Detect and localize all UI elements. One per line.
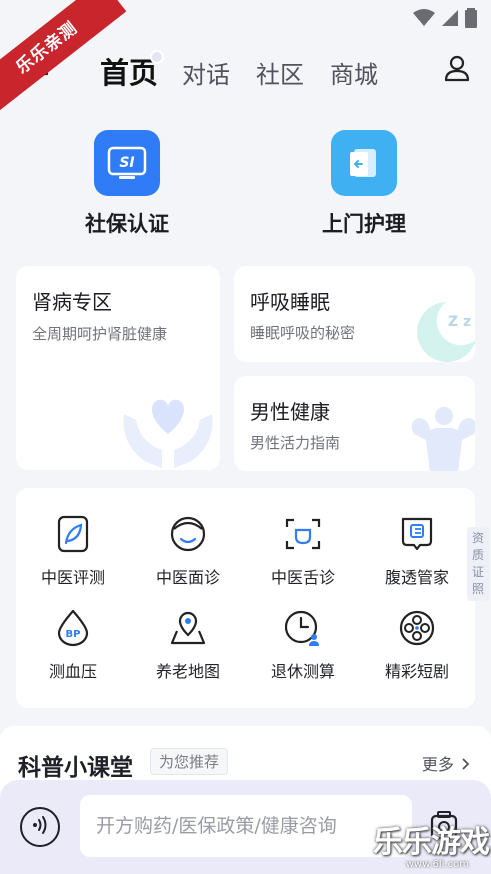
service-label: 精彩短剧 [384,662,449,681]
card-subtitle: 男性活力指南 [250,434,341,452]
main-tabs: 首页 对话 社区 商城 [100,50,404,92]
service-label: 中医面诊 [155,568,220,587]
service-label: 中医舌诊 [270,568,335,587]
tab-mall[interactable]: 商城 [330,55,378,90]
card-subtitle: 睡眠呼吸的秘密 [250,324,356,342]
sleep-badge: Z z [448,314,471,330]
qualification-text: 资质证照 [471,531,484,596]
tcm-assessment-icon [16,514,130,554]
muscle-man-icon [406,400,475,471]
sleep-breathing-card[interactable]: 呼吸睡眠 睡眠呼吸的秘密 Z z [234,266,475,362]
watermark: 乐乐游戏 www.6ll.com [373,825,490,871]
svg-text:BP: BP [66,629,81,640]
qualification-tag[interactable]: 资质证照 [467,527,489,601]
wifi-icon [413,9,435,31]
services-grid: 中医评测 中医面诊 中医舌诊 腹透管家 BP 测血压 养老地图 退休测算 精彩短… [16,488,475,708]
male-health-card[interactable]: 男性健康 男性活力指南 [234,376,475,471]
service-item[interactable]: 腹透管家 [360,514,474,588]
quick-entries: SI 社保认证 上门护理 [0,130,491,240]
recommend-tag[interactable]: 为您推荐 [150,748,229,775]
card-title: 肾病专区 [32,290,112,314]
card-title: 呼吸睡眠 [250,290,330,314]
service-label: 腹透管家 [384,568,449,587]
service-item[interactable]: 中医评测 [16,514,130,588]
chevron-right-icon [459,755,471,774]
tab-label: 首页 [100,56,159,90]
service-item[interactable]: 中医面诊 [131,514,245,588]
tab-community[interactable]: 社区 [256,55,304,90]
dialysis-manager-icon [360,514,474,554]
battery-icon [465,8,477,32]
service-item[interactable]: BP 测血压 [16,608,130,682]
elderly-map-icon [131,608,245,648]
signal-icon [441,9,459,31]
face-diagnosis-icon [131,514,245,554]
more-link[interactable]: 更多 [422,751,471,775]
quick-label: 上门护理 [322,212,406,236]
service-item[interactable]: 养老地图 [131,608,245,682]
card-title: 男性健康 [250,400,330,424]
watermark-url: www.6ll.com [405,859,469,870]
quick-label: 社保认证 [85,212,169,236]
service-label: 养老地图 [155,662,220,681]
tab-chat[interactable]: 对话 [182,55,230,90]
si-card-icon: SI [94,130,160,196]
service-item[interactable]: 退休测算 [246,608,360,682]
service-label: 测血压 [48,662,97,681]
home-care-button[interactable]: 上门护理 [284,130,444,238]
watermark-text: 乐乐游戏 [373,825,490,860]
service-item[interactable]: 中医舌诊 [246,514,360,588]
voice-wave-icon [29,814,51,840]
service-label: 退休测算 [270,662,335,681]
retirement-calc-icon [246,608,360,648]
hands-heart-icon [120,384,216,470]
more-label: 更多 [421,755,454,774]
tongue-diagnosis-icon [246,514,360,554]
blood-pressure-icon: BP [16,608,130,648]
card-subtitle: 全周期呵护肾脏健康 [32,325,168,343]
svg-text:SI: SI [119,155,134,171]
notification-dot [150,50,165,64]
section-title: 科普小课堂 [18,755,133,781]
tab-home[interactable]: 首页 [100,50,165,92]
service-item[interactable]: 精彩短剧 [360,608,474,682]
social-security-auth-button[interactable]: SI 社保认证 [47,130,207,238]
chat-input[interactable] [80,795,412,857]
kidney-zone-card[interactable]: 肾病专区 全周期呵护肾脏健康 [16,266,220,470]
voice-button[interactable] [20,807,60,847]
service-label: 中医评测 [40,568,105,587]
user-profile-icon[interactable] [443,54,471,86]
door-care-icon [331,130,397,196]
film-reel-icon [360,608,474,648]
moon-sleep-icon: Z z [406,294,475,362]
